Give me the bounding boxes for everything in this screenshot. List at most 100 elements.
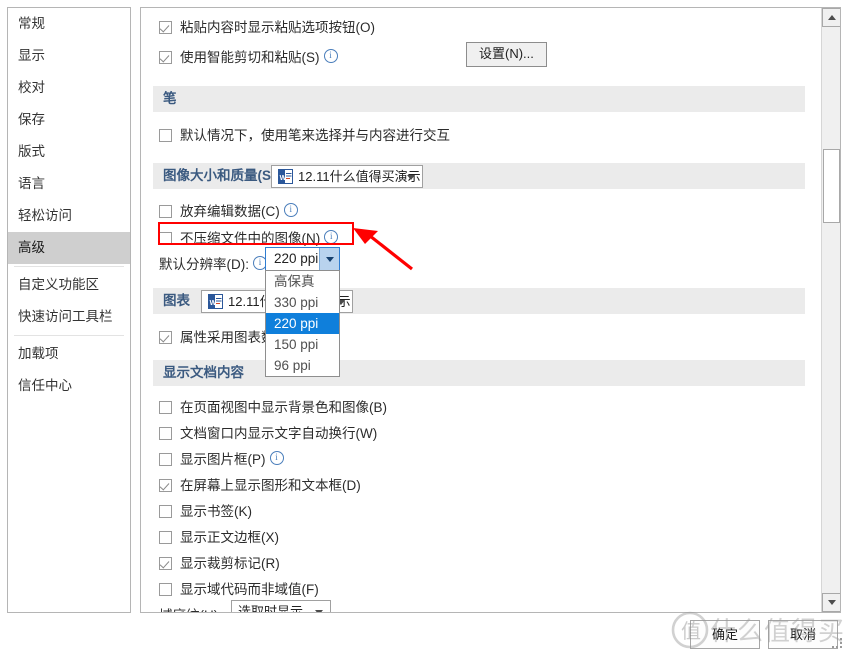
scrollbar-thumb[interactable]	[823, 149, 840, 223]
options-dialog: 常规 显示 校对 保存 版式 语言 轻松访问 高级 自定义功能区 快速访问工具栏…	[0, 0, 848, 653]
checkbox-label: 使用智能剪切和粘贴(S)	[180, 50, 320, 65]
checkbox-row-show-field-codes[interactable]: 显示域代码而非域值(F)	[159, 578, 319, 598]
checkbox-show-text-boundaries[interactable]	[159, 531, 172, 544]
checkbox-row-smart-cut-paste[interactable]: 使用智能剪切和粘贴(S) i	[159, 46, 338, 66]
chevron-down-icon[interactable]	[407, 175, 415, 180]
checkbox-discard-editing-data[interactable]	[159, 205, 172, 218]
option-label: 高保真	[274, 274, 315, 289]
option-label: 330 ppi	[274, 295, 319, 310]
checkbox-row-do-not-compress-images[interactable]: 不压缩文件中的图像(N) i	[159, 227, 339, 247]
checkbox-row-discard-editing-data[interactable]: 放弃编辑数据(C) i	[159, 200, 298, 220]
checkbox-paste-options-button[interactable]	[159, 21, 172, 34]
dropdown-option-330ppi[interactable]: 330 ppi	[266, 292, 339, 313]
sidebar-item-advanced[interactable]: 高级	[8, 232, 130, 264]
checkbox-show-drawings[interactable]	[159, 479, 172, 492]
scroll-down-arrow-icon[interactable]	[822, 593, 840, 612]
checkbox-label: 不压缩文件中的图像(N)	[180, 231, 321, 246]
sidebar-item-quick-access-toolbar[interactable]: 快速访问工具栏	[8, 301, 130, 333]
checkbox-show-picture-placeholders[interactable]	[159, 453, 172, 466]
sidebar-item-display[interactable]: 显示	[8, 40, 130, 72]
dropdown-option-high-fidelity[interactable]: 高保真	[266, 271, 339, 292]
checkbox-show-crop-marks[interactable]	[159, 557, 172, 570]
combo-value: 选取时显示	[238, 604, 304, 612]
checkbox-chart-properties[interactable]	[159, 331, 172, 344]
checkbox-label: 默认情况下，使用笔来选择并与内容进行交互	[180, 128, 450, 143]
checkbox-label: 显示图片框(P)	[180, 452, 266, 467]
checkbox-row-show-picture-placeholders[interactable]: 显示图片框(P) i	[159, 448, 284, 468]
chevron-down-icon[interactable]	[319, 248, 339, 270]
option-label: 150 ppi	[274, 337, 319, 352]
sidebar-item-layout[interactable]: 版式	[8, 136, 130, 168]
combo-value: 220 ppi	[274, 251, 319, 266]
checkbox-label: 显示正文边框(X)	[180, 530, 279, 545]
default-resolution-row: 默认分辨率(D): i	[159, 253, 267, 273]
sidebar-item-general[interactable]: 常规	[8, 8, 130, 40]
word-document-icon: W	[278, 169, 293, 184]
checkbox-wrap-text-to-window[interactable]	[159, 427, 172, 440]
checkbox-do-not-compress-images[interactable]	[159, 232, 172, 245]
sidebar-item-label: 高级	[18, 240, 45, 255]
word-document-icon: W	[208, 294, 223, 309]
checkbox-label: 在页面视图中显示背景色和图像(B)	[180, 400, 387, 415]
settings-scroll-content: 粘贴内容时显示粘贴选项按钮(O) 使用智能剪切和粘贴(S) i 设置(N)... …	[141, 8, 820, 612]
sidebar-item-save[interactable]: 保存	[8, 104, 130, 136]
sidebar-item-language[interactable]: 语言	[8, 168, 130, 200]
image-document-scope-combo[interactable]: W 12.11什么值得买演示	[271, 165, 423, 188]
sidebar-item-label: 版式	[18, 144, 45, 159]
sidebar-item-label: 自定义功能区	[18, 277, 99, 292]
settings-button[interactable]: 设置(N)...	[466, 42, 547, 67]
checkbox-show-field-codes[interactable]	[159, 583, 172, 596]
sidebar-item-label: 快速访问工具栏	[18, 309, 113, 324]
checkbox-row-paste-options-button[interactable]: 粘贴内容时显示粘贴选项按钮(O)	[159, 16, 375, 36]
checkbox-row-wrap-text-to-window[interactable]: 文档窗口内显示文字自动换行(W)	[159, 422, 377, 442]
sidebar-divider	[14, 266, 124, 267]
dropdown-option-150ppi[interactable]: 150 ppi	[266, 334, 339, 355]
dropdown-option-96ppi[interactable]: 96 ppi	[266, 355, 339, 376]
checkbox-row-show-background-colors[interactable]: 在页面视图中显示背景色和图像(B)	[159, 396, 387, 416]
checkbox-row-show-text-boundaries[interactable]: 显示正文边框(X)	[159, 526, 279, 546]
checkbox-smart-cut-paste[interactable]	[159, 51, 172, 64]
combo-value: 12.11什么值得买演示	[298, 169, 421, 184]
sidebar-item-customize-ribbon[interactable]: 自定义功能区	[8, 269, 130, 301]
info-icon[interactable]: i	[323, 49, 338, 63]
chevron-down-icon[interactable]	[315, 610, 323, 612]
section-title: 图像大小和质量(S)	[163, 168, 276, 183]
checkbox-row-show-drawings[interactable]: 在屏幕上显示图形和文本框(D)	[159, 474, 361, 494]
sidebar-item-label: 加载项	[18, 346, 59, 361]
checkbox-row-pen-default[interactable]: 默认情况下，使用笔来选择并与内容进行交互	[159, 124, 450, 144]
options-category-list[interactable]: 常规 显示 校对 保存 版式 语言 轻松访问 高级 自定义功能区 快速访问工具栏…	[7, 7, 131, 613]
sidebar-item-accessibility[interactable]: 轻松访问	[8, 200, 130, 232]
sidebar-item-label: 校对	[18, 80, 45, 95]
dropdown-option-220ppi[interactable]: 220 ppi	[266, 313, 339, 334]
scroll-up-arrow-icon[interactable]	[822, 8, 840, 27]
cancel-button[interactable]: 取消	[768, 620, 838, 649]
info-icon[interactable]: i	[283, 203, 298, 217]
checkbox-show-background-colors[interactable]	[159, 401, 172, 414]
sidebar-item-label: 轻松访问	[18, 208, 72, 223]
section-title: 笔	[163, 91, 177, 106]
default-resolution-combo[interactable]: 220 ppi	[265, 247, 340, 271]
field-shading-row: 域底纹(H):	[159, 604, 222, 612]
sidebar-item-trust-center[interactable]: 信任中心	[8, 370, 130, 402]
option-label: 220 ppi	[274, 316, 319, 331]
section-title: 显示文档内容	[163, 365, 244, 380]
field-shading-combo[interactable]: 选取时显示	[231, 600, 331, 612]
checkbox-pen-default[interactable]	[159, 129, 172, 142]
field-shading-label: 域底纹(H):	[159, 608, 222, 612]
checkbox-row-show-crop-marks[interactable]: 显示裁剪标记(R)	[159, 552, 280, 572]
checkbox-row-show-bookmarks[interactable]: 显示书签(K)	[159, 500, 252, 520]
info-icon[interactable]: i	[324, 230, 339, 244]
vertical-scrollbar[interactable]	[821, 8, 840, 612]
svg-text:W: W	[210, 300, 217, 307]
default-resolution-dropdown-list[interactable]: 高保真 330 ppi 220 ppi 150 ppi 96 ppi	[265, 270, 340, 377]
section-header-display-document-content: 显示文档内容	[153, 360, 805, 386]
ok-button[interactable]: 确定	[690, 620, 760, 649]
checkbox-label: 显示书签(K)	[180, 504, 252, 519]
checkbox-show-bookmarks[interactable]	[159, 505, 172, 518]
default-resolution-label: 默认分辨率(D):	[159, 257, 249, 272]
sidebar-item-proofing[interactable]: 校对	[8, 72, 130, 104]
section-title: 图表	[163, 293, 190, 308]
sidebar-item-addins[interactable]: 加载项	[8, 338, 130, 370]
info-icon[interactable]: i	[269, 451, 284, 465]
checkbox-label: 文档窗口内显示文字自动换行(W)	[180, 426, 378, 441]
